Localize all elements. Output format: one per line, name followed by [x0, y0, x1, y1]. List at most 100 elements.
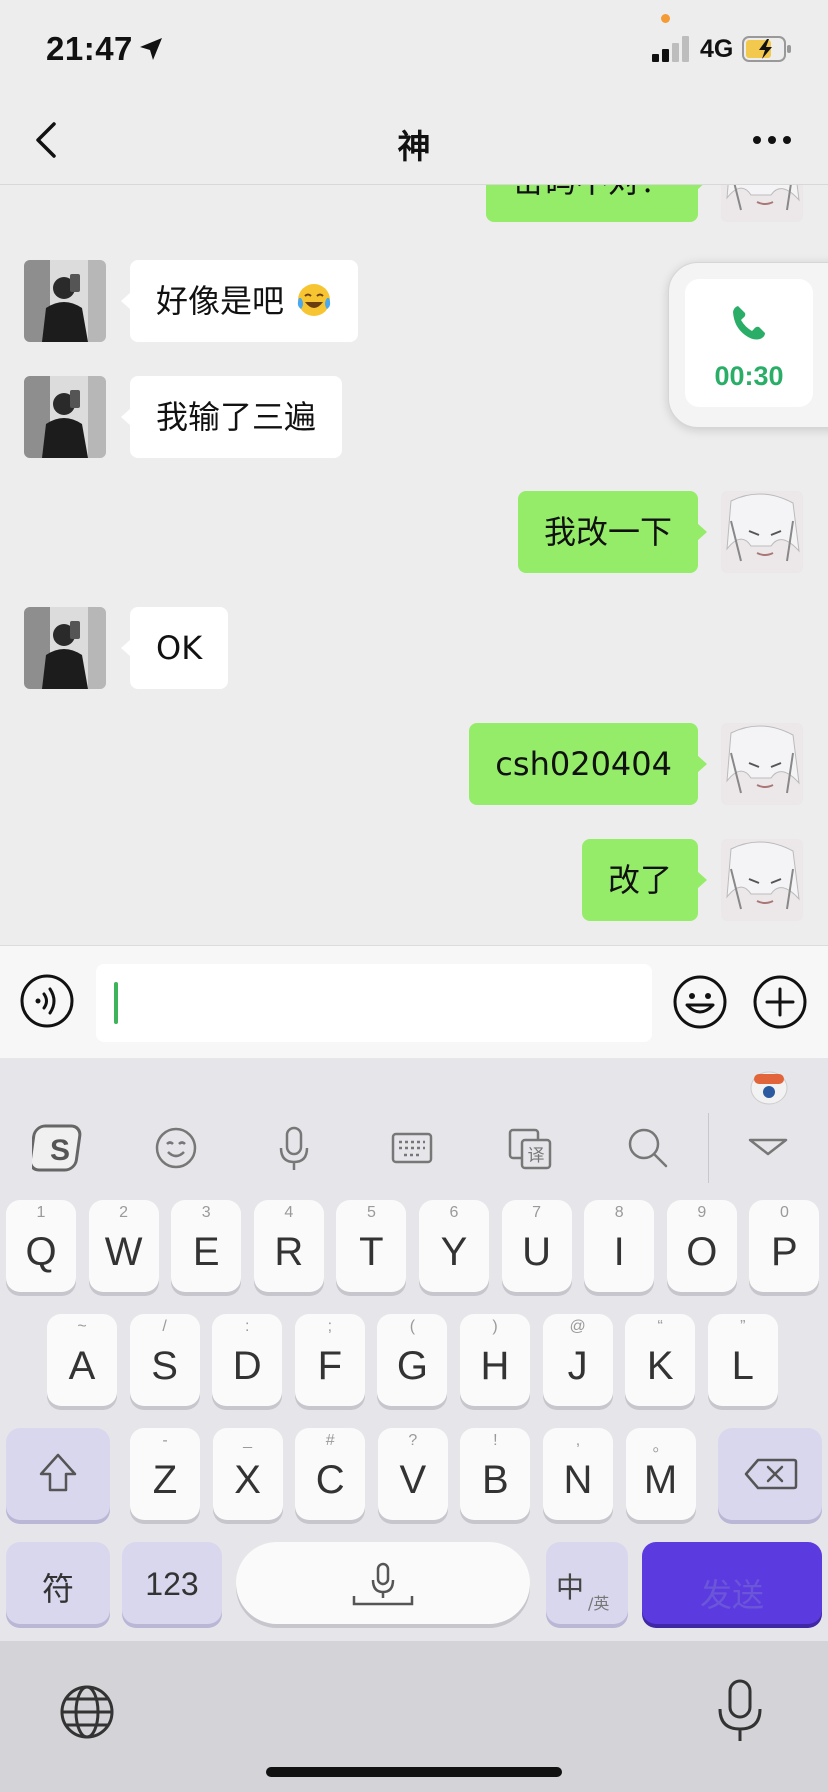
home-indicator[interactable] — [266, 1767, 562, 1777]
key-g[interactable]: (G — [377, 1314, 448, 1406]
key-letter: I — [613, 1230, 625, 1274]
key-a[interactable]: ~ A — [47, 1314, 117, 1406]
message-bubble[interactable]: OK — [121, 607, 229, 689]
symbols-key-label: 符 — [41, 1571, 74, 1607]
message-bubble[interactable]: 好像是吧 — [121, 260, 359, 342]
key-x[interactable]: _ X — [212, 1428, 283, 1520]
key-u[interactable]: 7U — [501, 1200, 572, 1292]
message-row-outgoing: 改了 — [0, 839, 828, 921]
message-row-outgoing: csh020404 — [0, 723, 828, 805]
voice-input-icon[interactable] — [20, 974, 74, 1028]
dictation-mic-icon[interactable] — [712, 1677, 768, 1745]
self-avatar[interactable] — [721, 185, 803, 222]
keyboard-voice-icon[interactable] — [266, 1120, 322, 1176]
key-secondary-symbol: 2 — [119, 1204, 129, 1221]
bubble-tail — [697, 185, 707, 190]
key-o[interactable]: 9O — [666, 1200, 737, 1292]
key-q[interactable]: 1Q — [6, 1200, 76, 1292]
sogou-logo-icon[interactable]: S — [32, 1120, 88, 1176]
space-voice-mic-icon — [352, 1562, 414, 1606]
message-text-input[interactable] — [96, 964, 652, 1042]
key-y[interactable]: 6Y — [419, 1200, 489, 1292]
message-row-outgoing: 我改一下 — [0, 491, 828, 573]
space-bar[interactable] — [236, 1542, 530, 1624]
emoji-smiley-icon[interactable] — [672, 974, 728, 1030]
key-letter: L — [731, 1344, 754, 1388]
contact-avatar[interactable] — [24, 376, 106, 458]
key-b[interactable]: ! B — [460, 1428, 531, 1520]
key-s[interactable]: / S — [129, 1314, 200, 1406]
more-options-icon[interactable] — [748, 122, 796, 158]
key-secondary-symbol: 5 — [366, 1204, 376, 1221]
bubble-tail — [121, 408, 131, 426]
key-secondary-symbol: ( — [409, 1318, 416, 1335]
key-letter: C — [315, 1458, 345, 1502]
send-key[interactable]: 发送 — [642, 1542, 822, 1624]
key-secondary-symbol: 8 — [614, 1204, 624, 1221]
key-w[interactable]: 2W — [88, 1200, 159, 1292]
keyboard-mascot-icon[interactable] — [748, 1064, 790, 1106]
keyboard-layout-icon[interactable] — [384, 1120, 440, 1176]
key-letter: E — [192, 1230, 220, 1274]
key-l[interactable]: ” L — [707, 1314, 778, 1406]
key-secondary-symbol: 3 — [201, 1204, 211, 1221]
key-z[interactable]: -Z — [130, 1428, 200, 1520]
key-secondary-symbol: ; — [327, 1318, 333, 1335]
key-h[interactable]: ) H — [460, 1314, 530, 1406]
key-d[interactable]: :D — [212, 1314, 283, 1406]
key-letter: A — [68, 1344, 96, 1388]
key-v[interactable]: ? V — [377, 1428, 448, 1520]
key-n[interactable]: ,N — [543, 1428, 613, 1520]
symbols-key[interactable]: 符 — [6, 1542, 110, 1624]
message-bubble[interactable]: csh020404 — [469, 723, 707, 805]
message-bubble[interactable]: 我改一下 — [517, 491, 707, 573]
self-avatar[interactable] — [721, 491, 803, 573]
key-e[interactable]: 3E — [171, 1200, 242, 1292]
globe-icon[interactable] — [58, 1683, 116, 1741]
key-j[interactable]: @ J — [542, 1314, 613, 1406]
key-secondary-symbol: 4 — [284, 1204, 294, 1221]
status-bar: 21:47 4G — [0, 0, 828, 96]
keyboard-emoji-icon[interactable] — [148, 1120, 204, 1176]
key-f[interactable]: ; F — [294, 1314, 365, 1406]
keyboard-search-icon[interactable] — [620, 1120, 676, 1176]
key-k[interactable]: “K — [625, 1314, 696, 1406]
key-m[interactable]: 。 M — [625, 1428, 696, 1520]
key-secondary-symbol: ! — [493, 1432, 498, 1449]
key-c[interactable]: # C — [295, 1428, 366, 1520]
status-time: 21:47 — [46, 30, 133, 67]
cellular-signal-icon — [652, 36, 690, 62]
message-text: OK — [156, 629, 203, 667]
message-text: 我改一下 — [543, 513, 672, 551]
add-more-plus-icon[interactable] — [752, 974, 808, 1030]
phone-icon — [733, 306, 765, 340]
key-letter: G — [396, 1344, 428, 1388]
self-avatar[interactable] — [721, 839, 803, 921]
key-i[interactable]: 8I — [584, 1200, 655, 1292]
key-letter: H — [480, 1344, 510, 1388]
translate-icon[interactable]: 译 — [502, 1120, 558, 1176]
self-avatar[interactable] — [721, 723, 803, 805]
key-t[interactable]: 5T — [336, 1200, 407, 1292]
key-letter: N — [563, 1458, 593, 1502]
key-secondary-symbol: # — [325, 1432, 335, 1449]
message-bubble[interactable]: 我输了三遍 — [121, 376, 343, 458]
toolbar-divider — [708, 1113, 709, 1183]
message-bubble[interactable]: 改了 — [581, 839, 707, 921]
collapse-keyboard-icon[interactable] — [740, 1120, 796, 1176]
delete-backspace-icon — [744, 1458, 798, 1490]
key-letter: O — [686, 1230, 718, 1274]
shift-arrow-icon — [39, 1453, 77, 1492]
numbers-key[interactable]: 123 — [122, 1542, 222, 1624]
shift-key[interactable] — [6, 1428, 110, 1520]
bubble-tail — [121, 639, 131, 657]
message-bubble[interactable]: 密码不对？ — [485, 185, 707, 222]
chinese-english-toggle-key[interactable]: 中 /英 — [546, 1542, 628, 1624]
contact-avatar[interactable] — [24, 607, 106, 689]
backspace-key[interactable] — [718, 1428, 822, 1520]
key-p[interactable]: 0P — [749, 1200, 820, 1292]
contact-avatar[interactable] — [24, 260, 106, 342]
message-row-incoming: OK — [0, 607, 828, 689]
voice-call-floating-window[interactable]: 00:30 — [668, 262, 828, 428]
key-r[interactable]: 4R — [253, 1200, 324, 1292]
